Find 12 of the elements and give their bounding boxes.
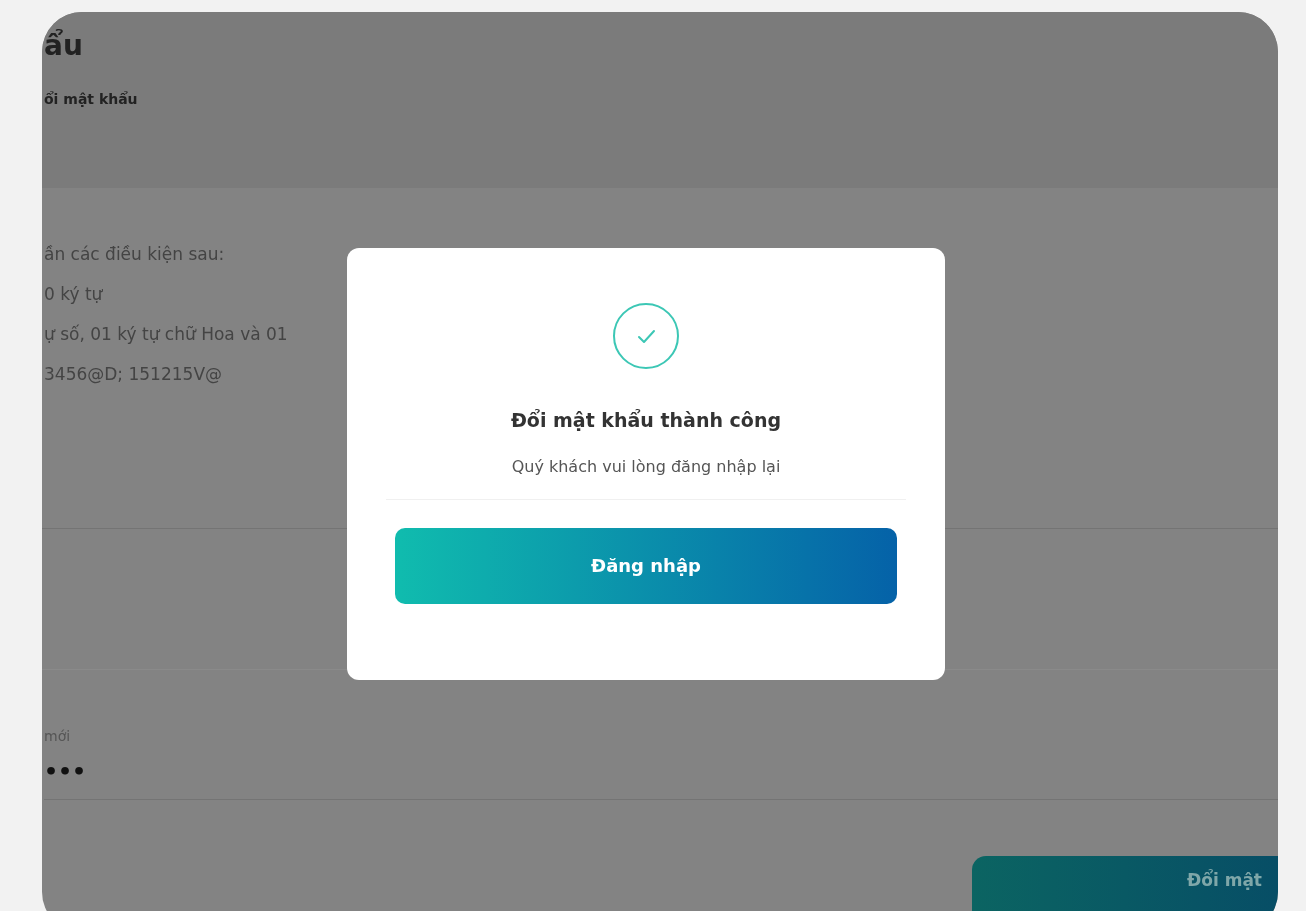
page-subtitle: ổi mật khẩu bbox=[44, 90, 139, 109]
dialog-message: Quý khách vui lòng đăng nhập lại bbox=[511, 455, 781, 478]
condition-text: 0 ký tự bbox=[44, 283, 104, 306]
login-button[interactable]: Đăng nhập bbox=[395, 527, 897, 604]
condition-text: ự số, 01 ký tự chữ Hoa và 01 bbox=[44, 323, 289, 346]
condition-text: 3456@D; 151215V@ bbox=[44, 363, 223, 386]
dialog-title: Đổi mật khẩu thành công bbox=[510, 408, 782, 433]
condition-text: ần các điều kiện sau: bbox=[44, 243, 226, 266]
page-title: ẩu bbox=[44, 28, 84, 63]
change-password-button[interactable]: Đổi mật bbox=[972, 856, 1278, 911]
password-field[interactable]: ••• bbox=[44, 761, 1278, 800]
check-circle-icon bbox=[612, 302, 680, 370]
